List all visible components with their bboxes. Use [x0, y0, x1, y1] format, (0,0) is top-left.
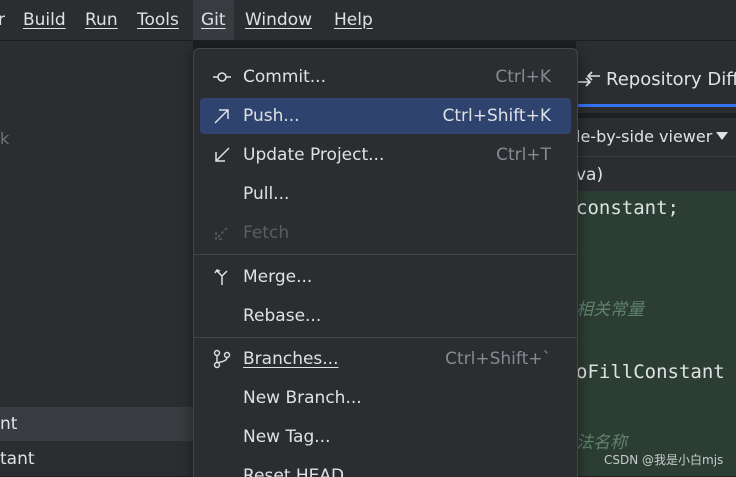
- branches-label: Branches...: [243, 349, 339, 369]
- new-branch-menu-item[interactable]: New Branch...: [200, 380, 571, 416]
- menu-help[interactable]: Help: [334, 0, 373, 40]
- branches-shortcut: Ctrl+Shift+`: [445, 349, 551, 369]
- new-tag-label: New Tag...: [243, 427, 331, 447]
- merge-label: Merge...: [243, 267, 313, 287]
- branch-icon: [213, 349, 231, 369]
- fetch-label: Fetch: [243, 223, 290, 243]
- fetch-icon: [215, 227, 228, 240]
- update-project-menu-item[interactable]: Update Project... Ctrl+T: [200, 137, 571, 173]
- push-shortcut: Ctrl+Shift+K: [442, 106, 551, 126]
- list-item[interactable]: nt: [0, 407, 193, 441]
- file-path: va): [576, 157, 736, 191]
- push-arrow-icon: [214, 109, 229, 124]
- commit-icon: [213, 72, 231, 82]
- update-project-label: Update Project...: [243, 145, 385, 165]
- tab-label: Repository Diff: [606, 69, 736, 90]
- reset-head-label: Reset HEAD...: [243, 466, 361, 477]
- merge-icon: [214, 269, 228, 285]
- code-comment: 法名称: [576, 433, 627, 453]
- push-label: Push...: [243, 106, 300, 126]
- active-tab-indicator: [576, 104, 736, 107]
- project-panel: k nt tant: [0, 41, 193, 476]
- branches-menu-item[interactable]: Branches... Ctrl+Shift+`: [200, 341, 571, 377]
- list-item-label: nt: [0, 414, 18, 434]
- pull-menu-item[interactable]: Pull...: [200, 176, 571, 212]
- fetch-menu-item[interactable]: Fetch: [200, 215, 571, 251]
- menu-git[interactable]: Git: [193, 0, 234, 40]
- merge-menu-item[interactable]: Merge...: [200, 259, 571, 295]
- update-arrow-icon: [215, 147, 230, 162]
- menu-bar: r Build Run Tools Git Window Help: [0, 0, 736, 41]
- commit-shortcut: Ctrl+K: [495, 67, 551, 87]
- rebase-label: Rebase...: [243, 306, 322, 326]
- menu-build[interactable]: Build: [23, 0, 66, 40]
- list-item[interactable]: tant: [0, 442, 193, 476]
- push-menu-item[interactable]: Push... Ctrl+Shift+K: [200, 98, 571, 134]
- new-tag-menu-item[interactable]: New Tag...: [200, 419, 571, 455]
- tab-repository-diff[interactable]: Repository Diff: [576, 60, 736, 100]
- code-line: oFillConstant: [576, 361, 725, 383]
- panel-text-fragment: k: [0, 129, 10, 148]
- diff-arrows-icon: [578, 71, 600, 87]
- code-line: constant;: [576, 197, 679, 219]
- git-menu-dropdown: Commit... Ctrl+K Push... Ctrl+Shift+K Up…: [193, 48, 578, 477]
- menu-separator: [194, 337, 577, 338]
- menu-run[interactable]: Run: [85, 0, 118, 40]
- list-item-label: tant: [0, 449, 35, 469]
- watermark: CSDN @我是小白mjs: [604, 453, 724, 467]
- pull-label: Pull...: [243, 184, 290, 204]
- new-branch-label: New Branch...: [243, 388, 362, 408]
- menu-tools[interactable]: Tools: [137, 0, 179, 40]
- menu-separator: [194, 254, 577, 255]
- chevron-down-icon[interactable]: [716, 132, 728, 140]
- commit-menu-item[interactable]: Commit... Ctrl+K: [200, 59, 571, 95]
- viewer-mode-select[interactable]: le-by-side viewer: [576, 118, 712, 156]
- reset-head-menu-item[interactable]: Reset HEAD...: [200, 458, 571, 477]
- commit-label: Commit...: [243, 67, 326, 87]
- menu-window[interactable]: Window: [245, 0, 312, 40]
- update-project-shortcut: Ctrl+T: [496, 145, 551, 165]
- menu-refactor-partial[interactable]: r: [0, 0, 5, 40]
- code-comment: 相关常量: [576, 300, 644, 320]
- rebase-menu-item[interactable]: Rebase...: [200, 298, 571, 334]
